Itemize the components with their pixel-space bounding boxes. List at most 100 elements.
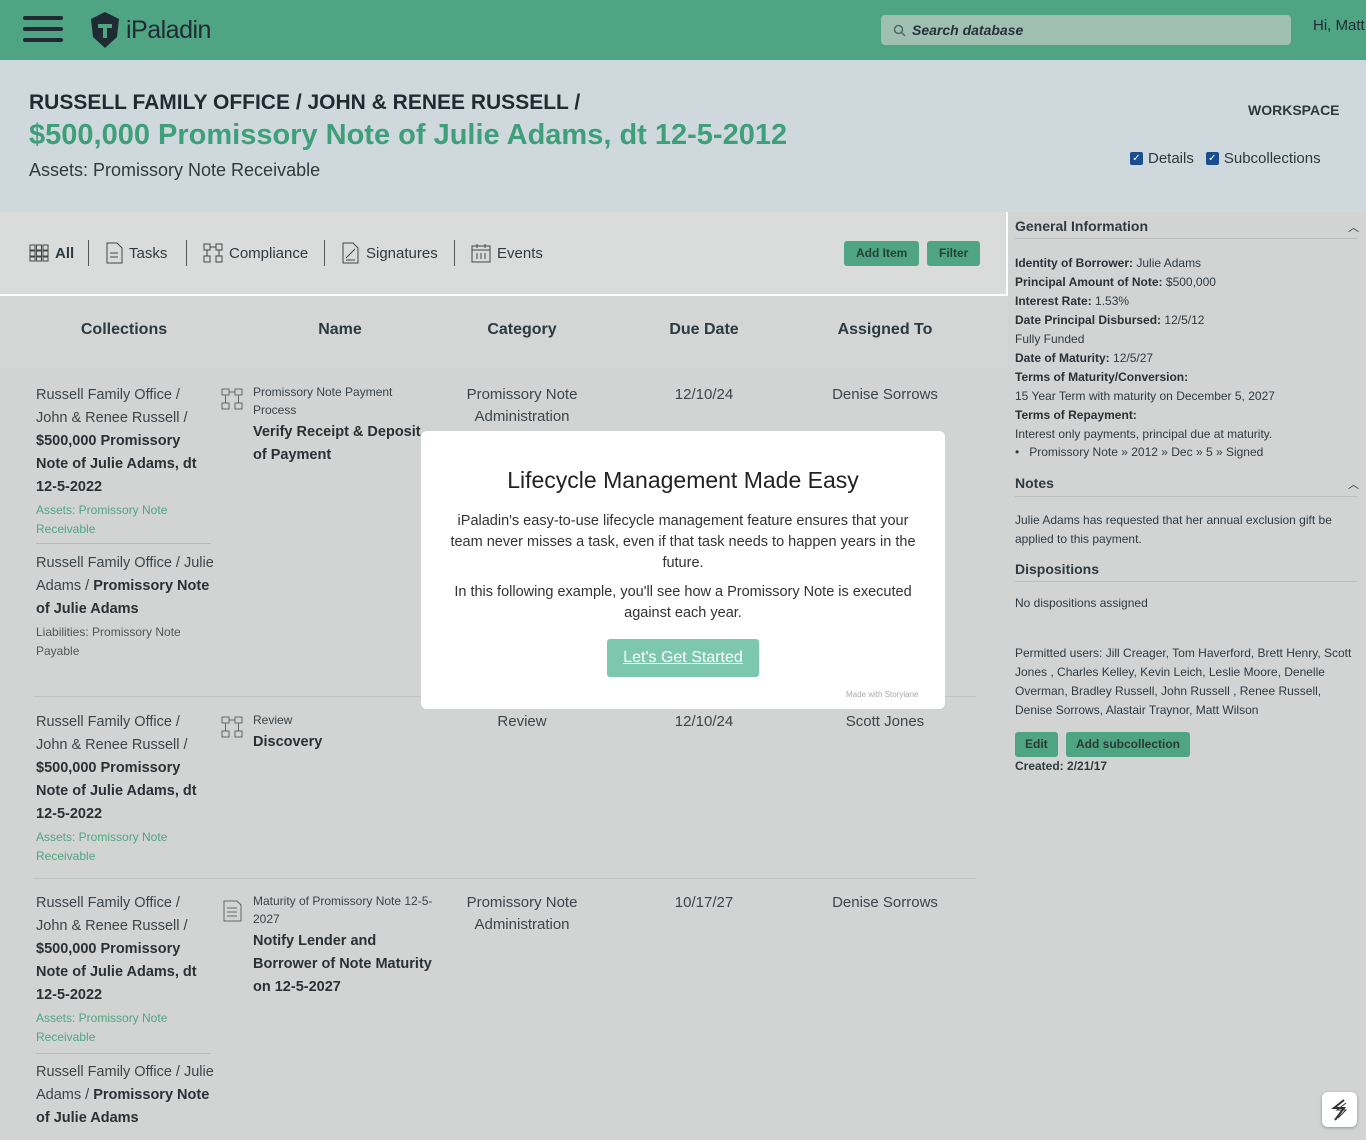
column-header-category[interactable]: Category [442, 321, 602, 339]
divider [36, 543, 211, 544]
modal-title: Lifecycle Management Made Easy [507, 467, 859, 493]
terms-maturity-label: Terms of Maturity/Conversion: [1015, 370, 1189, 384]
collection-name: $500,000 Promissory Note of Julie Adams,… [36, 760, 197, 822]
collection-path: Russell Family Office / John & Renee Rus… [36, 387, 188, 426]
view-toggles: ✓ Details ✓ Subcollections [1130, 150, 1321, 167]
storylane-icon [1330, 1098, 1347, 1121]
tab-events[interactable]: Events [471, 241, 543, 265]
search-input[interactable]: Search database [881, 15, 1291, 45]
notes-heading[interactable]: Notes [1015, 475, 1054, 491]
tab-divider [88, 240, 89, 266]
modal-example-text: In this following example, you'll see ho… [454, 584, 912, 621]
checkbox-checked-icon: ✓ [1205, 152, 1219, 165]
assigned-to-cell: Denise Sorrows [832, 894, 938, 911]
workspace-link[interactable]: WORKSPACE [1248, 102, 1340, 118]
principal-value: $500,000 [1165, 275, 1216, 289]
chevron-up-icon[interactable]: ︿ [1348, 476, 1359, 492]
get-started-button[interactable]: Let's Get Started [607, 639, 759, 677]
menu-icon[interactable] [23, 16, 63, 44]
divider [1015, 581, 1357, 582]
due-date-cell: 12/10/24 [674, 713, 734, 730]
task-name-cell[interactable]: Promissory Note Payment Process Verify R… [253, 383, 433, 467]
tab-signatures[interactable]: Signatures [341, 241, 438, 265]
divider [36, 1053, 211, 1054]
modal-description: iPaladin's easy-to-use lifecycle managem… [450, 513, 916, 571]
notes-text: Julie Adams has requested that her annua… [1015, 513, 1332, 546]
collection-type: Assets: Promissory Note Receivable [36, 1011, 168, 1044]
dispositions-text: No dispositions assigned [1015, 596, 1148, 610]
storylane-logo-icon[interactable] [1322, 1092, 1357, 1127]
logo[interactable]: iPaladin [88, 10, 211, 50]
document-list-icon [223, 900, 242, 922]
helmet-icon [91, 12, 119, 48]
collection-type: Assets: Promissory Note Receivable [36, 830, 168, 863]
divider [1015, 496, 1357, 497]
grid-icon [29, 244, 49, 262]
general-info-heading[interactable]: General Information [1015, 218, 1148, 234]
terms-repayment-value: Interest only payments, principal due at… [1015, 427, 1273, 441]
collection-cell[interactable]: Russell Family Office / Julie Adams / Pr… [36, 1061, 214, 1130]
user-greeting[interactable]: Hi, Matt [1313, 17, 1365, 34]
tab-events-label: Events [497, 244, 543, 262]
task-name-cell[interactable]: Maturity of Promissory Note 12-5-2027 No… [253, 892, 433, 999]
task-title[interactable]: Notify Lender and Borrower of Note Matur… [253, 930, 433, 999]
search-icon [893, 24, 906, 37]
column-header-assigned-to[interactable]: Assigned To [805, 321, 965, 339]
filter-button[interactable]: Filter [927, 241, 981, 266]
breadcrumb[interactable]: RUSSELL FAMILY OFFICE / JOHN & RENEE RUS… [29, 91, 580, 115]
edit-button[interactable]: Edit [1015, 732, 1058, 757]
due-date-cell: 12/10/24 [674, 386, 734, 403]
disbursed-value: 12/5/12 [1164, 313, 1205, 327]
rate-label: Interest Rate: [1015, 294, 1092, 308]
add-item-button[interactable]: Add Item [844, 241, 920, 266]
column-header-name[interactable]: Name [250, 321, 430, 339]
terms-repayment-label: Terms of Repayment: [1015, 408, 1137, 422]
borrower-label: Identity of Borrower: [1015, 256, 1134, 270]
category-cell: Promissory Note Administration [466, 894, 578, 933]
signature-icon [342, 242, 359, 264]
category-cell: Review [497, 713, 547, 730]
workflow-icon [221, 388, 243, 410]
terms-maturity-value: 15 Year Term with maturity on December 5… [1015, 389, 1275, 403]
document-path[interactable]: • Promissory Note » 2012 » Dec » 5 » Sig… [1015, 445, 1263, 459]
tab-divider [186, 240, 187, 266]
filter-tab-bar: All Tasks Compliance Signatures Events A… [0, 212, 1006, 294]
row-divider [33, 878, 976, 879]
subcollections-label: Subcollections [1223, 150, 1321, 167]
tab-compliance[interactable]: Compliance [203, 241, 308, 265]
task-title[interactable]: Discovery [253, 731, 433, 754]
task-process: Maturity of Promissory Note 12-5-2027 [253, 894, 433, 926]
collection-cell[interactable]: Russell Family Office / John & Renee Rus… [36, 711, 214, 866]
document-path-text: Promissory Note » 2012 » Dec » 5 » Signe… [1029, 445, 1264, 459]
column-header-due-date[interactable]: Due Date [624, 321, 784, 339]
top-bar: iPaladin Search database Hi, Matt [0, 0, 1366, 60]
collection-type: Assets: Promissory Note Receivable [36, 503, 168, 536]
workflow-icon [203, 243, 223, 263]
tab-all[interactable]: All [29, 241, 74, 265]
collection-cell[interactable]: Russell Family Office / John & Renee Rus… [36, 892, 214, 1047]
dispositions-heading: Dispositions [1015, 561, 1100, 577]
tab-divider [324, 240, 325, 266]
made-with-storylane[interactable]: Made with Storylane [846, 690, 918, 699]
chevron-up-icon[interactable]: ︿ [1348, 219, 1359, 235]
add-subcollection-button[interactable]: Add subcollection [1066, 732, 1191, 757]
table-header: Collections Name Category Due Date Assig… [0, 296, 1008, 368]
assigned-to-cell: Denise Sorrows [832, 386, 938, 403]
collection-cell[interactable]: Russell Family Office / Julie Adams / Pr… [36, 552, 214, 661]
maturity-value: 12/5/27 [1113, 351, 1154, 365]
collection-cell[interactable]: Russell Family Office / John & Renee Rus… [36, 384, 214, 539]
tab-tasks[interactable]: Tasks [105, 241, 167, 265]
intro-modal: Lifecycle Management Made Easy iPaladin'… [421, 431, 945, 709]
task-process: Review [253, 713, 293, 727]
subcollections-checkbox[interactable]: ✓ Subcollections [1205, 150, 1321, 167]
task-process: Promissory Note Payment Process [253, 385, 393, 417]
task-title[interactable]: Verify Receipt & Deposit of Payment [253, 421, 433, 467]
due-date-cell: 10/17/27 [674, 894, 734, 911]
tab-signatures-label: Signatures [366, 244, 438, 262]
details-checkbox[interactable]: ✓ Details [1130, 150, 1194, 167]
tab-compliance-label: Compliance [229, 244, 309, 262]
column-header-collections[interactable]: Collections [34, 321, 214, 339]
general-info-body: Identity of Borrower: Julie Adams Princi… [1015, 254, 1355, 444]
principal-label: Principal Amount of Note: [1015, 275, 1163, 289]
task-name-cell[interactable]: Review Discovery [253, 711, 433, 754]
